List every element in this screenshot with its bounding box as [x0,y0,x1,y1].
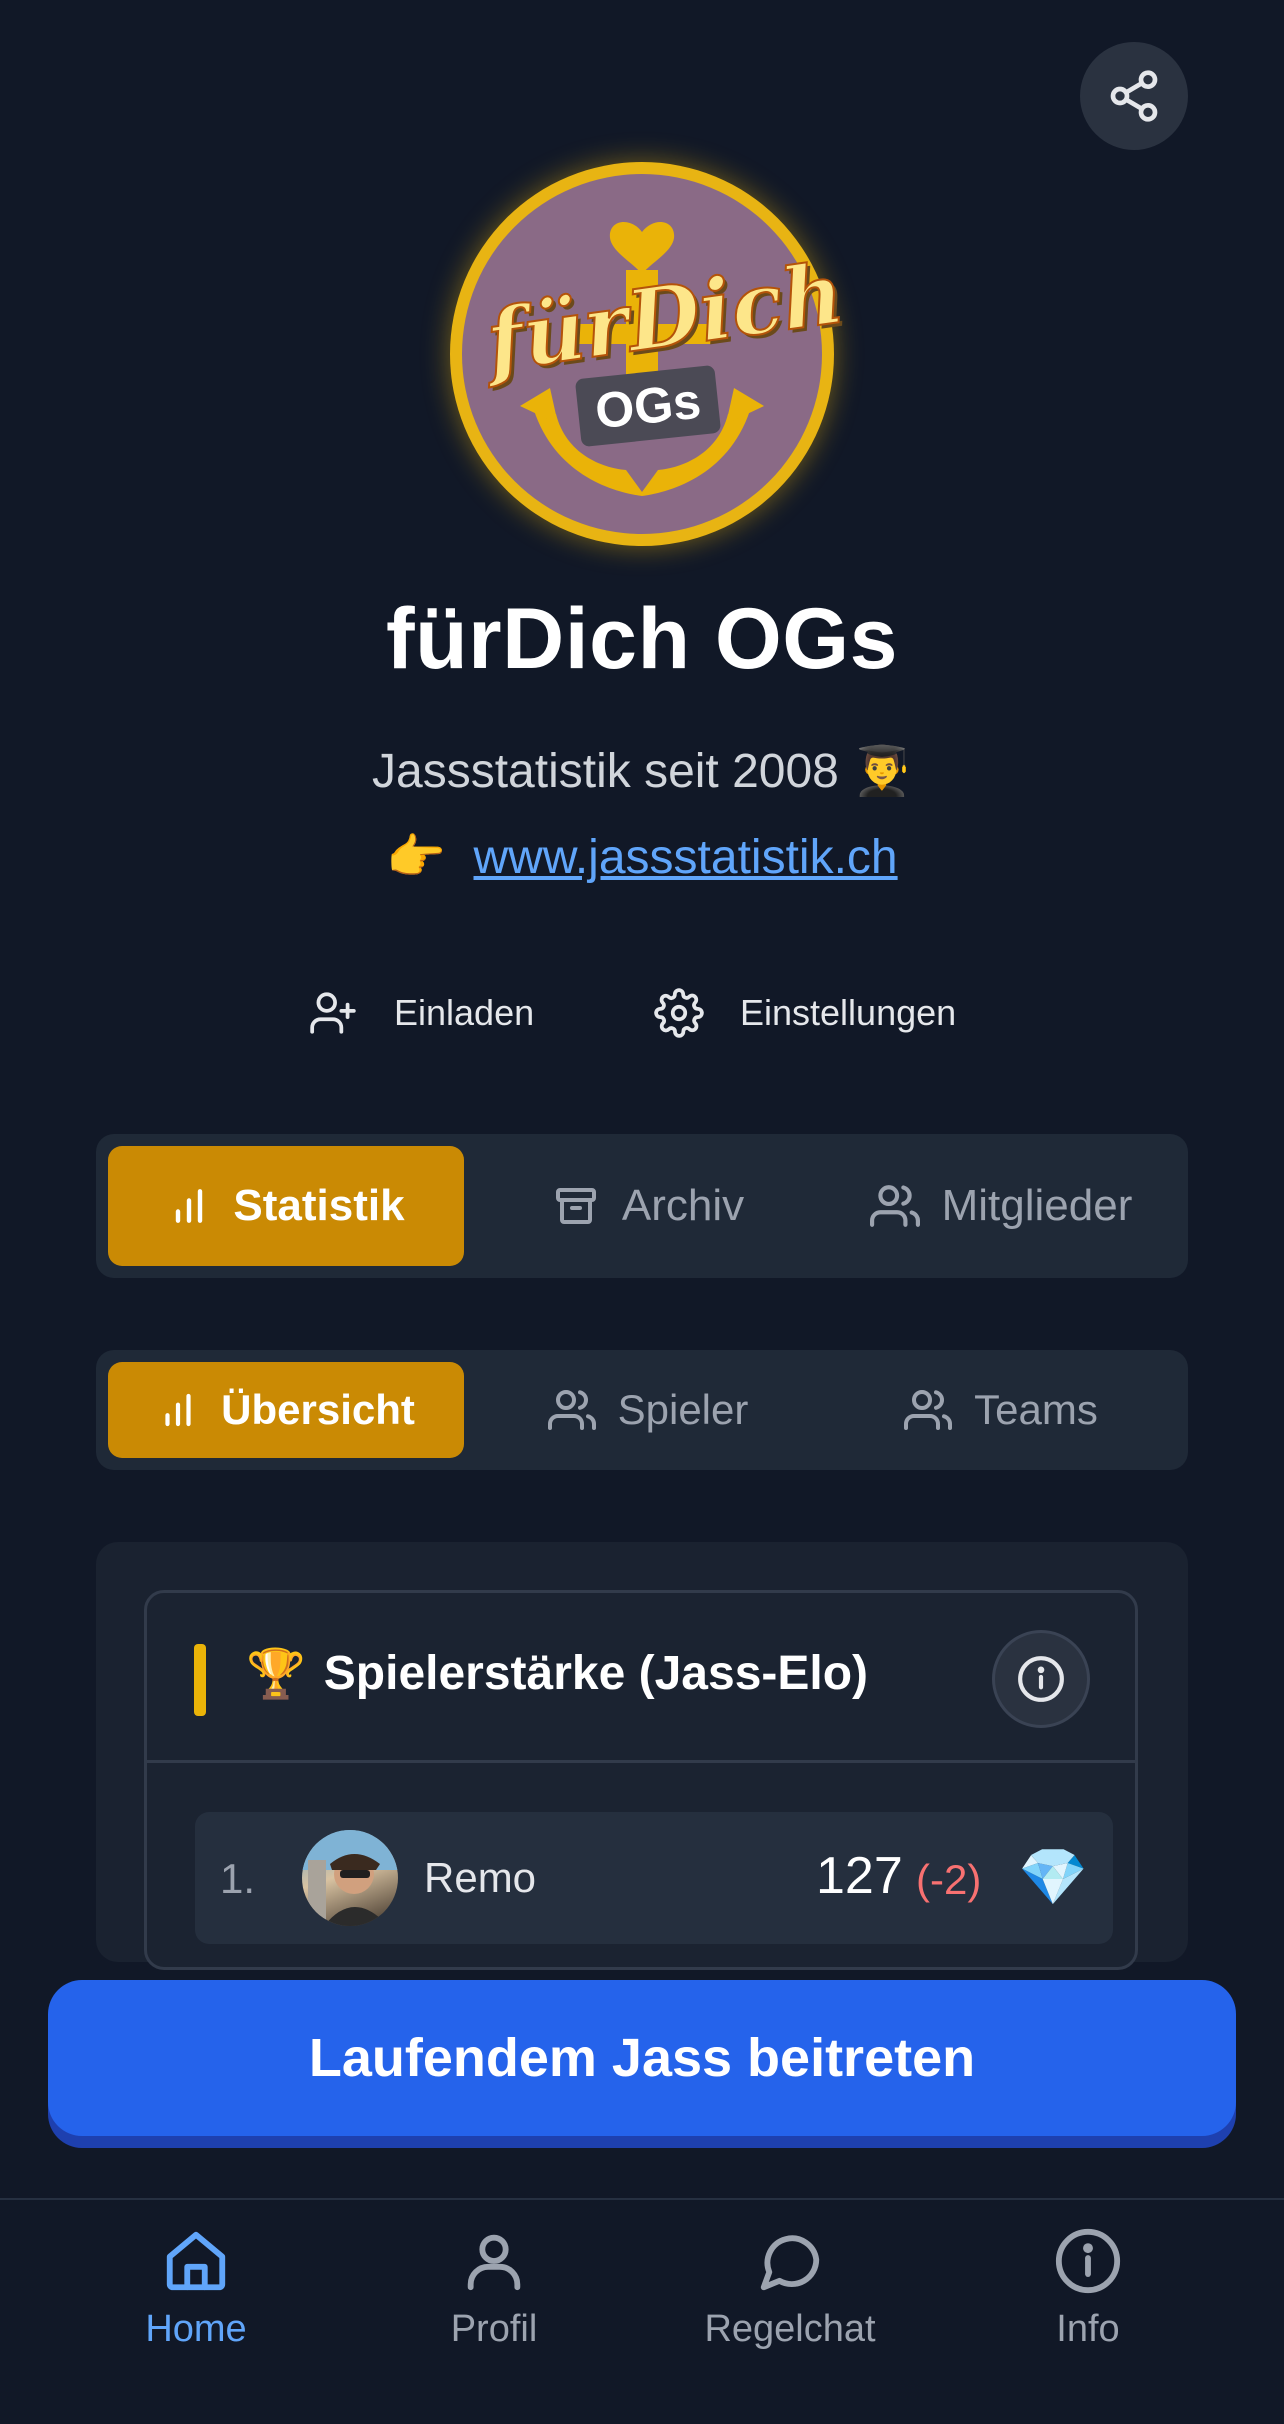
nav-profil-label: Profil [450,2308,538,2350]
users-icon [904,1390,953,1430]
tab-spieler-label: Spieler [617,1386,749,1433]
logo-badge-text: OGs [592,372,704,440]
diamond-icon: 💎 [1018,1845,1088,1908]
archive-icon [555,1188,596,1224]
share-icon [1110,70,1158,122]
info-icon [1055,2228,1121,2294]
tab-mitglieder-label: Mitglieder [941,1181,1133,1230]
nav-home[interactable]: Home [86,2226,306,2351]
avatar [302,1830,398,1926]
elo-info-button[interactable] [992,1630,1090,1728]
player-name: Remo [424,1854,537,1901]
tab-teams[interactable]: Teams [826,1362,1176,1458]
tab-uebersicht-label: Übersicht [221,1386,415,1433]
group-website-link[interactable]: www.jassstatistik.ch [474,831,898,884]
gear-icon [654,988,704,1038]
info-icon [1018,1656,1064,1702]
elo-card-title: Spielerstärke (Jass-Elo) [323,1647,869,1700]
settings-label: Einstellungen [740,992,957,1033]
group-description: Jassstatistik seit 2008 👨‍🎓 [372,745,912,798]
invite-button[interactable]: Einladen [308,988,534,1038]
group-link-row: 👉 www.jassstatistik.ch [0,828,1284,885]
tab-archiv[interactable]: Archiv [476,1146,820,1266]
nav-info[interactable]: Info [978,2226,1198,2351]
player-elo: 127 [816,1847,903,1905]
pointing-hand-icon: 👉 [386,831,447,884]
nav-profil[interactable]: Profil [384,2226,604,2351]
trophy-icon: 🏆 [246,1648,306,1701]
nav-info-label: Info [1056,2308,1120,2350]
logo-badge: OGs [574,364,722,448]
bar-chart-icon [176,1189,203,1223]
tab-statistik[interactable]: Statistik [108,1146,464,1266]
card-divider [147,1760,1135,1763]
elo-card-header: 🏆 Spielerstärke (Jass-Elo) [246,1645,868,1702]
join-running-jass-button[interactable]: Laufendem Jass beitreten [48,1980,1236,2136]
group-title: fürDich OGs [385,591,898,687]
tab-mitglieder[interactable]: Mitglieder [826,1146,1176,1266]
user-plus-icon [310,992,356,1034]
tab-uebersicht[interactable]: Übersicht [108,1362,464,1458]
nav-regelchat-label: Regelchat [704,2308,876,2350]
user-icon [467,2234,521,2291]
users-icon [869,1185,920,1227]
sub-tabbar: Übersicht Spieler Teams [96,1350,1188,1470]
home-icon [166,2231,226,2291]
tab-teams-label: Teams [974,1386,1098,1433]
invite-label: Einladen [394,992,535,1033]
tab-archiv-label: Archiv [621,1181,745,1230]
chat-icon [760,2235,820,2291]
card-accent-bar [194,1644,206,1716]
bar-chart-icon [165,1393,191,1427]
nav-home-label: Home [145,2308,247,2350]
main-tabbar: Statistik Archiv Mitglieder [96,1134,1188,1278]
nav-regelchat[interactable]: Regelchat [680,2226,900,2351]
tab-spieler[interactable]: Spieler [476,1362,820,1458]
tab-statistik-label: Statistik [233,1181,405,1230]
player-elo-delta: (-2) [916,1856,982,1903]
player-rank: 1. [220,1855,256,1902]
settings-button[interactable]: Einstellungen [654,988,956,1038]
users-icon [547,1390,596,1430]
share-button[interactable] [1080,42,1188,150]
